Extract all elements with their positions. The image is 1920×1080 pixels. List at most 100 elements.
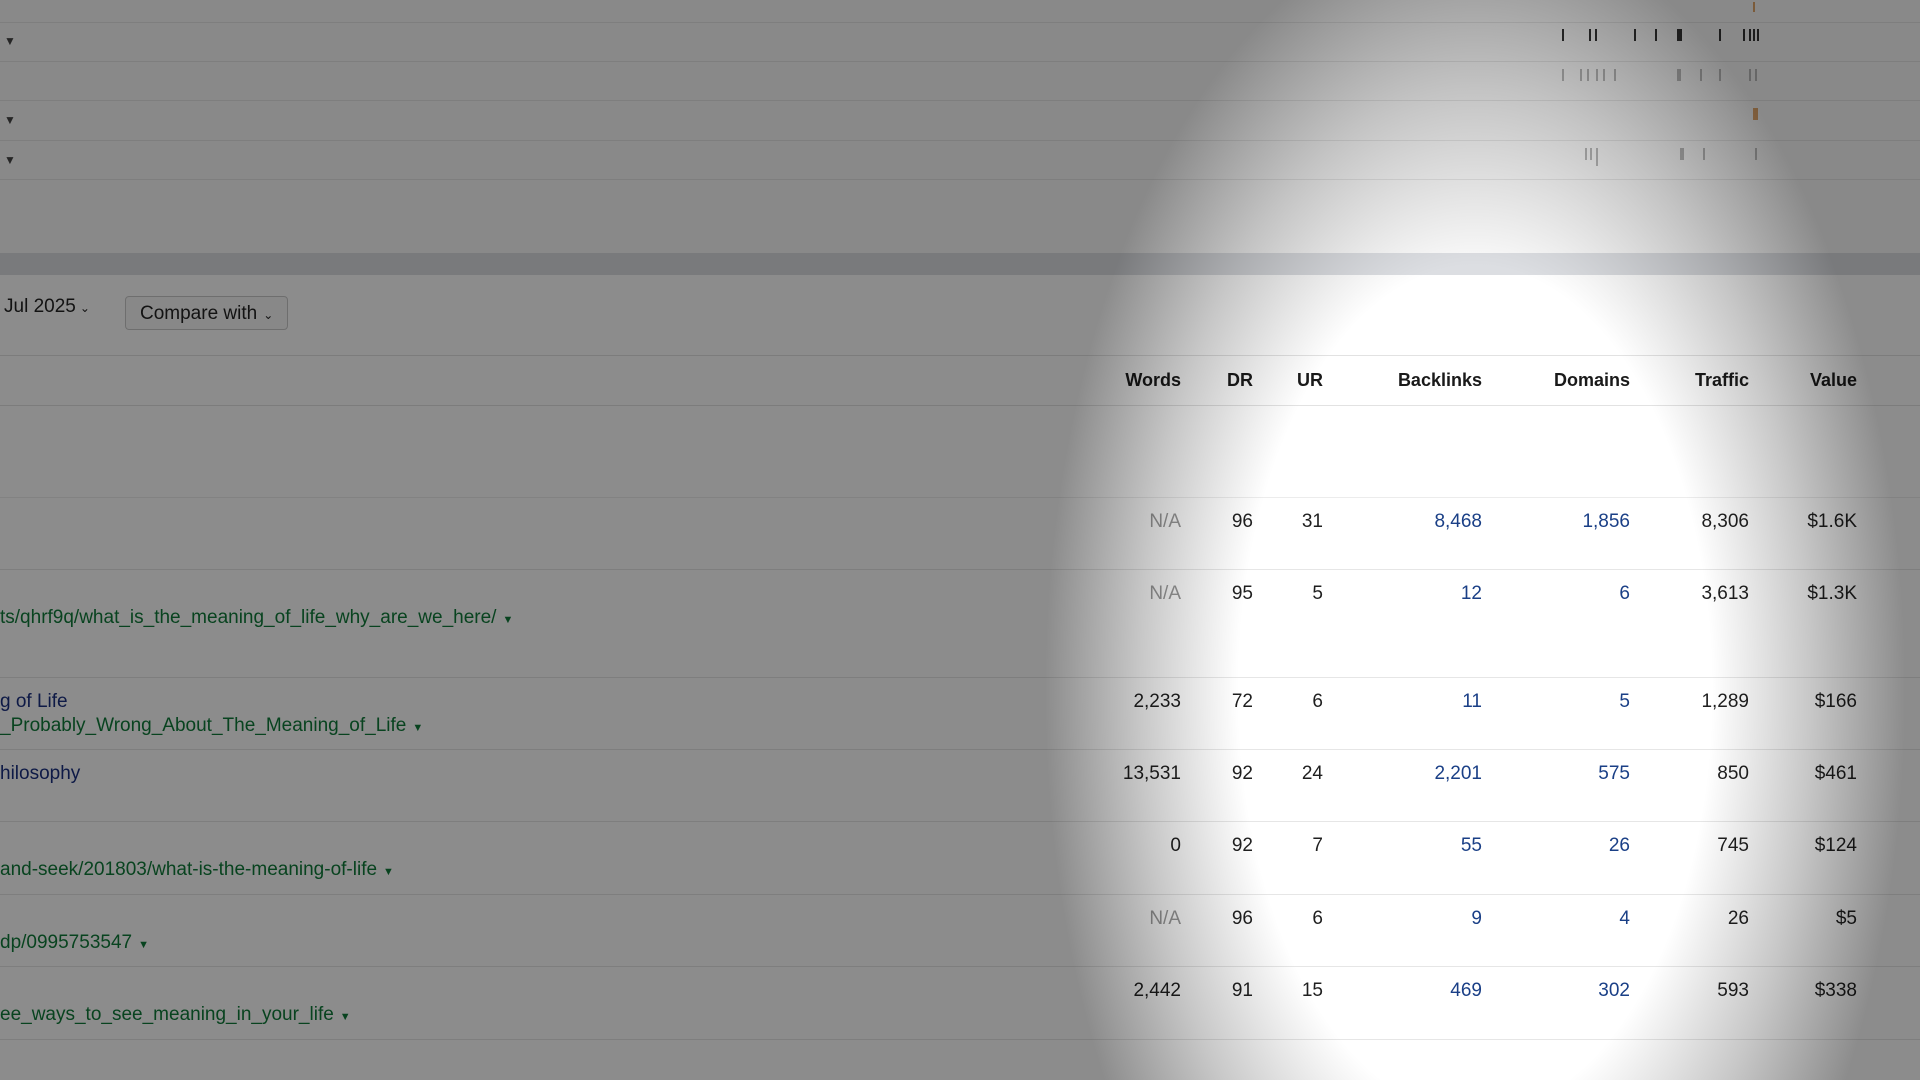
timeline-mark [1595,29,1597,41]
domains-link[interactable]: 302 [1598,980,1630,1002]
page-title-link[interactable]: hilosophy [0,763,80,785]
backlinks-link[interactable]: 11 [1462,691,1482,713]
chevron-down-icon[interactable]: ▼ [4,153,16,167]
backlinks-link[interactable]: 9 [1471,908,1482,930]
timeline-panel: ▼ ▼ ▼ [0,0,1920,255]
backlinks-link[interactable]: 8,468 [1434,511,1482,533]
timeline-row[interactable]: ▼ [0,140,1920,180]
page-title-link[interactable]: g of Life [0,691,68,713]
ur-cell: 5 [1312,583,1323,604]
domains-link[interactable]: 575 [1598,763,1630,785]
ur-cell: 31 [1301,511,1323,532]
date-label: Jul 2025 [4,296,76,317]
url-text: ee_ways_to_see_meaning_in_your_life [0,1004,334,1025]
ur-cell: 24 [1301,763,1323,784]
chevron-down-icon: ⌄ [79,301,90,315]
traffic-cell: 850 [1717,763,1749,784]
col-header-dr[interactable]: DR [1227,370,1253,391]
col-header-traffic[interactable]: Traffic [1695,370,1749,391]
date-selector[interactable]: Jul 2025 ⌄ [4,296,90,318]
timeline-mark [1700,69,1702,81]
timeline-row[interactable]: ▼ [0,22,1920,62]
timeline-mark [1677,29,1682,41]
timeline-mark [1655,29,1657,41]
table-row: dp/0995753547 ▼ N/A 96 6 9 4 26 $5 [0,894,1920,967]
value-cell: $1.3K [1807,583,1857,604]
traffic-cell: 593 [1717,980,1749,1001]
dr-cell: 95 [1231,583,1253,604]
dr-cell: 96 [1231,908,1253,929]
timeline-mark [1596,69,1598,81]
col-header-ur[interactable]: UR [1297,370,1323,391]
url-link[interactable]: ee_ways_to_see_meaning_in_your_life ▼ [0,1004,351,1026]
value-cell: $1.6K [1807,511,1857,532]
timeline-row [0,0,1920,23]
dropdown-arrow-icon[interactable]: ▼ [138,939,149,951]
traffic-cell: 8,306 [1701,511,1749,532]
timeline-mark [1580,69,1582,81]
dropdown-arrow-icon[interactable]: ▼ [340,1011,351,1023]
timeline-mark [1719,29,1721,41]
backlinks-link[interactable]: 2,201 [1434,763,1482,785]
timeline-mark [1757,29,1759,41]
words-cell: N/A [1149,908,1181,929]
chevron-down-icon[interactable]: ▼ [4,34,16,48]
words-cell: 2,442 [1133,980,1181,1001]
domains-link[interactable]: 26 [1609,835,1630,857]
dr-cell: 96 [1231,511,1253,532]
backlinks-link[interactable]: 55 [1461,835,1482,857]
url-text: and-seek/201803/what-is-the-meaning-of-l… [0,859,378,880]
compare-with-button[interactable]: Compare with ⌄ [125,296,289,330]
timeline-mark [1743,29,1745,41]
domains-link[interactable]: 1,856 [1582,511,1630,533]
domains-link[interactable]: 4 [1619,908,1630,930]
words-cell: N/A [1149,511,1181,532]
chevron-down-icon[interactable]: ▼ [4,113,16,127]
timeline-mark [1680,148,1684,160]
backlinks-link[interactable]: 12 [1461,583,1482,605]
traffic-cell: 26 [1727,908,1749,929]
timeline-mark [1562,29,1564,41]
url-link[interactable]: ts/qhrf9q/what_is_the_meaning_of_life_wh… [0,607,513,629]
timeline-mark [1753,108,1758,120]
timeline-row [0,61,1920,101]
timeline-mark [1753,2,1755,12]
dropdown-arrow-icon[interactable]: ▼ [412,722,423,734]
table-row: N/A 96 31 8,468 1,856 8,306 $1.6K [0,497,1920,570]
url-link[interactable]: dp/0995753547 ▼ [0,932,149,954]
dr-cell: 91 [1231,980,1253,1001]
col-header-backlinks[interactable]: Backlinks [1398,370,1482,391]
chevron-down-icon: ⌄ [263,308,274,322]
domains-link[interactable]: 5 [1619,691,1630,713]
col-header-words[interactable]: Words [1125,370,1181,391]
url-link[interactable]: and-seek/201803/what-is-the-meaning-of-l… [0,859,394,881]
timeline-mark [1585,148,1587,160]
ur-cell: 15 [1301,980,1323,1001]
url-text: ts/qhrf9q/what_is_the_meaning_of_life_wh… [0,607,497,628]
value-cell: $5 [1835,908,1857,929]
value-cell: $166 [1814,691,1857,712]
url-text: dp/0995753547 [0,932,133,953]
timeline-row[interactable]: ▼ [0,100,1920,141]
value-cell: $124 [1814,835,1857,856]
backlinks-link[interactable]: 469 [1450,980,1482,1002]
dropdown-arrow-icon[interactable]: ▼ [502,614,513,626]
words-cell: N/A [1149,583,1181,604]
timeline-mark [1755,148,1757,160]
words-cell: 13,531 [1122,763,1181,784]
ur-cell: 7 [1312,835,1323,856]
timeline-mark [1614,69,1616,81]
col-header-domains[interactable]: Domains [1554,370,1630,391]
col-header-value[interactable]: Value [1810,370,1857,391]
domains-link[interactable]: 6 [1619,583,1630,605]
table-row: ts/qhrf9q/what_is_the_meaning_of_life_wh… [0,569,1920,678]
dropdown-arrow-icon[interactable]: ▼ [383,866,394,878]
section-divider [0,253,1920,275]
url-link[interactable]: _Probably_Wrong_About_The_Meaning_of_Lif… [0,715,423,737]
value-cell: $338 [1814,980,1857,1001]
words-cell: 0 [1170,835,1181,856]
timeline-mark [1749,69,1751,81]
timeline-mark [1603,69,1605,81]
timeline-mark [1677,69,1681,81]
timeline-mark [1755,69,1757,81]
